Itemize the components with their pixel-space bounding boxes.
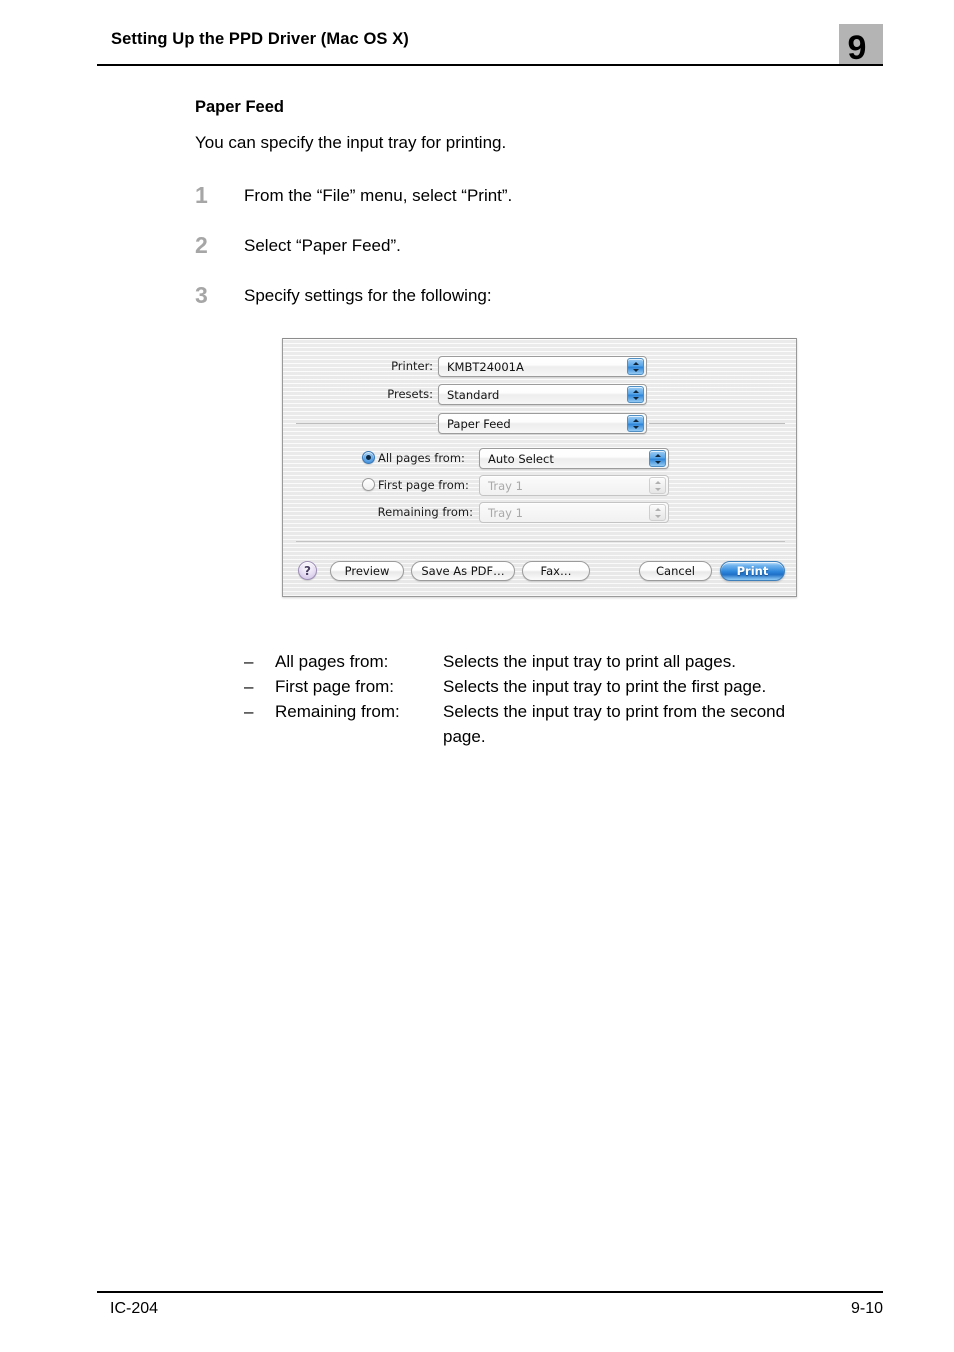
separator-right xyxy=(649,423,785,424)
printer-row: Printer: KMBT24001A xyxy=(283,356,798,377)
list-dash: – xyxy=(244,677,254,696)
first-page-popup-value: Tray 1 xyxy=(488,479,523,493)
list-dash: – xyxy=(244,702,254,721)
printer-popup-value: KMBT24001A xyxy=(447,360,524,374)
remaining-row: Remaining from: Tray 1 xyxy=(283,502,798,523)
step-text-2: Select “Paper Feed”. xyxy=(244,236,401,255)
definition-list: – All pages from: Selects the input tray… xyxy=(244,652,904,752)
presets-label: Presets: xyxy=(387,387,433,401)
chevron-updown-icon xyxy=(649,504,666,521)
footer-separator xyxy=(296,541,785,542)
step-number-1: 1 xyxy=(195,182,208,208)
footer-page-number: 9-10 xyxy=(850,1300,883,1317)
all-pages-popup-value: Auto Select xyxy=(488,452,554,466)
all-pages-label: All pages from: xyxy=(378,451,465,465)
remaining-popup-value: Tray 1 xyxy=(488,506,523,520)
definition-item-remaining-continued: page. xyxy=(244,727,904,752)
help-button[interactable]: ? xyxy=(298,561,317,580)
step-item-2: 2 Select “Paper Feed”. xyxy=(195,232,895,266)
print-button[interactable]: Print xyxy=(720,561,785,581)
radio-first-page-from[interactable] xyxy=(362,478,375,491)
chevron-updown-icon xyxy=(649,450,666,467)
step-number-3: 3 xyxy=(195,282,208,308)
document-page: Setting Up the PPD Driver (Mac OS X) 9 P… xyxy=(0,0,954,1352)
presets-popup-value: Standard xyxy=(447,388,500,402)
pane-popup-value: Paper Feed xyxy=(447,417,511,431)
presets-popup[interactable]: Standard xyxy=(438,384,647,405)
first-page-popup[interactable]: Tray 1 xyxy=(479,475,669,496)
definition-description: Selects the input tray to print all page… xyxy=(443,652,736,671)
separator-left xyxy=(296,423,436,424)
intro-paragraph: You can specify the input tray for print… xyxy=(195,133,507,152)
definition-term: Remaining from: xyxy=(275,702,400,721)
header-title: Setting Up the PPD Driver (Mac OS X) xyxy=(111,30,409,48)
footer-divider xyxy=(97,1291,883,1294)
definition-term: All pages from: xyxy=(275,652,389,671)
definition-item-all-pages: – All pages from: Selects the input tray… xyxy=(244,652,904,677)
definition-description-continued: page. xyxy=(443,727,486,746)
step-item-3: 3 Specify settings for the following: xyxy=(195,282,895,316)
header-divider xyxy=(97,64,883,67)
fax-button[interactable]: Fax… xyxy=(522,561,590,581)
save-as-pdf-button[interactable]: Save As PDF… xyxy=(411,561,515,581)
pane-selector-row: Paper Feed xyxy=(283,413,798,434)
definition-description: Selects the input tray to print the firs… xyxy=(443,677,767,696)
cancel-button[interactable]: Cancel xyxy=(639,561,712,581)
remaining-popup[interactable]: Tray 1 xyxy=(479,502,669,523)
pane-popup[interactable]: Paper Feed xyxy=(438,413,647,434)
step-number-2: 2 xyxy=(195,232,208,258)
printer-popup[interactable]: KMBT24001A xyxy=(438,356,647,377)
presets-row: Presets: Standard xyxy=(283,384,798,405)
step-text-3: Specify settings for the following: xyxy=(244,286,492,305)
first-page-label: First page from: xyxy=(378,478,469,492)
chevron-updown-icon xyxy=(627,358,644,375)
footer-document-id: IC-204 xyxy=(110,1300,159,1317)
list-dash: – xyxy=(244,652,254,671)
chevron-updown-icon xyxy=(649,477,666,494)
chevron-updown-icon xyxy=(627,386,644,403)
remaining-label: Remaining from: xyxy=(377,505,473,519)
preview-button[interactable]: Preview xyxy=(330,561,404,581)
definition-term: First page from: xyxy=(275,677,395,696)
printer-label: Printer: xyxy=(391,359,433,373)
all-pages-popup[interactable]: Auto Select xyxy=(479,448,669,469)
definition-item-first-page: – First page from: Selects the input tra… xyxy=(244,677,904,702)
radio-all-pages-from[interactable] xyxy=(362,451,375,464)
page-header: Setting Up the PPD Driver (Mac OS X) 9 xyxy=(97,24,883,68)
definition-description: Selects the input tray to print from the… xyxy=(443,702,786,721)
section-heading: Paper Feed xyxy=(195,98,284,116)
definition-item-remaining: – Remaining from: Selects the input tray… xyxy=(244,702,904,727)
all-pages-row: All pages from: Auto Select xyxy=(283,448,798,469)
step-item-1: 1 From the “File” menu, select “Print”. xyxy=(195,182,895,216)
chevron-updown-icon xyxy=(627,415,644,432)
first-page-row: First page from: Tray 1 xyxy=(283,475,798,496)
step-text-1: From the “File” menu, select “Print”. xyxy=(244,186,513,205)
print-dialog: Printer: KMBT24001A Presets: Standard Pa… xyxy=(282,338,797,597)
